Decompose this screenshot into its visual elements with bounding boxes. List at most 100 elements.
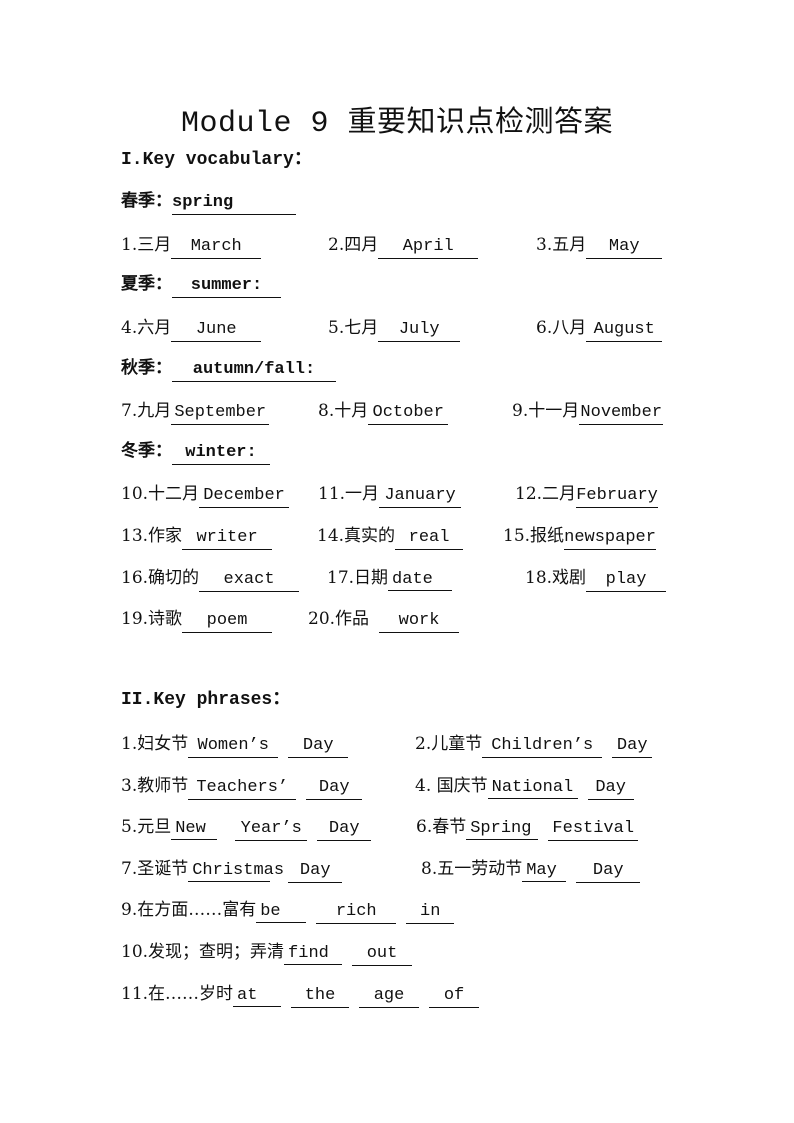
section-heading-phrases: II.Key phrases： [121, 690, 291, 710]
phrase-item: 4. 国庆节 National Day [415, 771, 634, 800]
section-heading-vocabulary: I.Key vocabulary： [121, 150, 312, 170]
item-label: 20.作品 [308, 609, 370, 629]
vocab-item: 14.真实的 real [317, 521, 464, 550]
phrase-item: 8.五一劳动节 May Day [421, 854, 641, 883]
item-answer: Spring [466, 818, 539, 840]
vocab-item: 13.作家 writer [121, 521, 273, 550]
vocab-item: 20.作品 work [308, 604, 460, 633]
title-module: Module 9 [180, 107, 329, 141]
item-label: 4.六月 [121, 318, 172, 338]
item-answer: Day [317, 818, 372, 841]
item-label: 19.诗歌 [121, 609, 183, 629]
season-label: 夏季： [121, 274, 172, 294]
item-answer: the [291, 985, 350, 1008]
page-title: Module 9 重要知识点检测答案 [0, 98, 794, 141]
item-answer: September [171, 402, 270, 425]
item-answer: August [586, 319, 663, 342]
vocab-item: 6.八月 August [536, 313, 663, 342]
vocab-item: 11.一月 January [318, 479, 462, 508]
phrase-item: 7.圣诞节 Christmas Day [121, 854, 343, 883]
vocab-item: 8.十月 October [318, 396, 449, 425]
item-label: 8.五一劳动节 [421, 859, 523, 879]
item-answer: Day [576, 860, 641, 883]
title-chinese: 重要知识点检测答案 [347, 104, 614, 138]
vocab-item: 17.日期 date [327, 563, 453, 591]
item-answer: real [395, 527, 464, 550]
season-label: 秋季： [121, 358, 172, 378]
item-label: 9.在方面……富有 [121, 900, 257, 920]
item-label: 6.八月 [536, 318, 587, 338]
item-label: 13.作家 [121, 526, 183, 546]
season-answer: spring [172, 192, 296, 215]
item-label: 16.确切的 [121, 568, 200, 588]
season-summer: 夏季： summer: [121, 271, 281, 298]
item-label: 11.一月 [318, 484, 380, 504]
vocab-item: 15.报纸newspaper [503, 521, 657, 550]
item-label: 7.九月 [121, 401, 172, 421]
item-label: 15.报纸 [503, 526, 565, 546]
item-label: 11.在……岁时 [121, 984, 234, 1004]
item-answer: National [487, 777, 578, 799]
item-label: 4. 国庆节 [415, 776, 488, 796]
phrase-item: 1.妇女节 Women’s Day [121, 729, 349, 758]
item-label: 17.日期 [327, 568, 389, 588]
item-answer: December [199, 485, 290, 508]
item-answer: poem [182, 610, 273, 633]
item-answer: May [586, 236, 663, 259]
item-answer: May [522, 860, 567, 882]
vocab-item: 10.十二月 December [121, 479, 290, 508]
item-label: 3.教师节 [121, 776, 189, 796]
season-answer: autumn/fall: [172, 359, 336, 382]
item-answer: find [284, 943, 343, 965]
item-answer: Children’s [482, 735, 603, 758]
item-answer: at [233, 985, 282, 1007]
vocab-item: 19.诗歌 poem [121, 604, 273, 633]
item-label: 2.儿童节 [415, 734, 483, 754]
item-answer: in [406, 901, 455, 924]
item-label: 1.三月 [121, 235, 172, 255]
item-label: 7.圣诞节 [121, 859, 189, 879]
vocab-item: 2.四月 April [328, 230, 479, 259]
vocab-item: 7.九月 September [121, 396, 270, 425]
season-spring: 春季：spring [121, 188, 296, 215]
item-answer: Teachers’ [188, 777, 297, 800]
vocab-item: 1.三月 March [121, 230, 262, 259]
item-answer: date [388, 569, 453, 591]
item-answer: April [378, 236, 479, 259]
phrase-item: 2.儿童节 Children’s Day [415, 729, 653, 758]
item-answer: New [171, 818, 218, 840]
item-answer: July [378, 319, 461, 342]
item-label: 5.元旦 [121, 817, 172, 837]
item-answer: Festival [548, 818, 639, 841]
item-answer: be [256, 901, 307, 923]
item-answer: February [576, 485, 659, 508]
item-answer: newspaper [564, 527, 657, 550]
season-answer: summer: [172, 275, 281, 298]
vocab-item: 5.七月 July [328, 313, 461, 342]
item-label: 12.二月 [515, 484, 577, 504]
vocab-item: 16.确切的 exact [121, 563, 300, 592]
phrase-item: 5.元旦 New Year’s Day [121, 812, 372, 841]
item-answer: of [429, 985, 480, 1008]
item-answer: Christmas [188, 860, 284, 882]
phrase-item: 9.在方面……富有 be rich in [121, 895, 455, 924]
item-answer: October [368, 402, 449, 425]
item-answer: writer [182, 527, 273, 550]
item-label: 1.妇女节 [121, 734, 189, 754]
item-label: 18.戏剧 [525, 568, 587, 588]
phrase-item: 6.春节 Spring Festival [416, 812, 639, 841]
phrase-item: 3.教师节 Teachers’ Day [121, 771, 363, 800]
item-answer: out [352, 943, 413, 966]
item-answer: age [359, 985, 420, 1008]
item-answer: January [379, 485, 462, 508]
item-answer: Day [306, 777, 363, 800]
vocab-item: 4.六月 June [121, 313, 262, 342]
item-label: 5.七月 [328, 318, 379, 338]
item-answer: November [579, 402, 664, 425]
item-label: 8.十月 [318, 401, 369, 421]
item-answer: work [379, 610, 460, 633]
item-answer: Women’s [188, 735, 279, 758]
item-label: 10.十二月 [121, 484, 200, 504]
vocab-item: 12.二月February [515, 479, 659, 508]
phrase-item: 11.在……岁时 at the age of [121, 979, 480, 1008]
